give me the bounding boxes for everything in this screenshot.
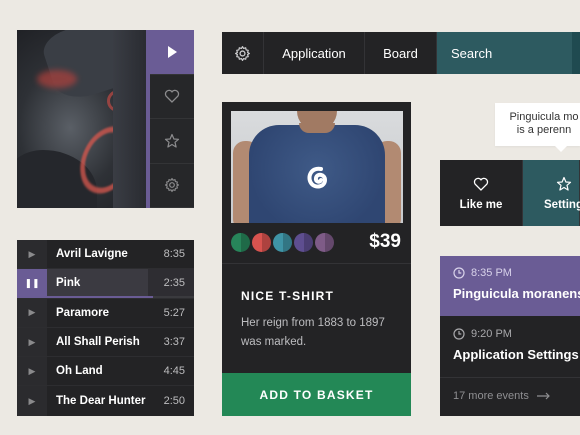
track-name: Paramore: [56, 306, 110, 319]
track-duration: 2:35: [163, 277, 185, 290]
track-name: The Dear Hunter: [56, 395, 146, 408]
favorite-button[interactable]: [150, 119, 194, 164]
track-duration: 2:50: [163, 395, 185, 408]
product-card: $39 NICE T-SHIRT Her reign from 1883 to …: [222, 102, 411, 416]
color-swatch[interactable]: [231, 233, 250, 252]
pause-icon[interactable]: ❚❚: [17, 269, 47, 298]
arrow-right-icon: [536, 392, 550, 400]
add-to-basket-button[interactable]: ADD TO BASKET: [222, 373, 411, 416]
color-swatch[interactable]: [273, 233, 292, 252]
events-panel: 8:35 PM Pinguicula moranens 9:20 PM Appl…: [440, 256, 580, 416]
play-icon[interactable]: ▶: [17, 327, 47, 357]
play-icon[interactable]: ▶: [17, 357, 47, 386]
track-name: Pink: [56, 277, 81, 290]
track-name: Oh Land: [56, 365, 103, 378]
color-swatch[interactable]: [294, 233, 313, 252]
like-me-label: Like me: [459, 198, 503, 211]
nav-item-board[interactable]: Board: [365, 32, 437, 74]
track-duration: 3:37: [163, 336, 185, 349]
gear-icon: [164, 178, 180, 193]
album-artwork: [17, 30, 150, 208]
like-button[interactable]: [150, 75, 194, 119]
product-description: Her reign from 1883 to 1897 was marked.: [241, 317, 385, 348]
settings-label: Setting: [544, 198, 580, 211]
more-events-link[interactable]: 17 more events: [440, 378, 580, 402]
event-title: Application Settings: [453, 347, 579, 362]
color-swatches: [231, 233, 334, 252]
clock-icon: [453, 267, 465, 279]
action-buttons: Like me Setting: [440, 160, 580, 226]
play-icon: [168, 45, 177, 58]
event-time: 9:20 PM: [471, 328, 512, 340]
color-swatch[interactable]: [252, 233, 271, 252]
settings-action-button[interactable]: Setting: [523, 160, 580, 226]
track-progress-bar[interactable]: [47, 295, 194, 298]
playlist-track[interactable]: ▶ Avril Lavigne 8:35: [17, 240, 194, 270]
spiral-logo-icon: [307, 166, 328, 189]
tooltip-line: Pinguicula mo: [509, 111, 579, 123]
track-duration: 5:27: [163, 306, 185, 319]
play-icon[interactable]: ▶: [17, 386, 47, 416]
playlist-track[interactable]: ▶ All Shall Perish 3:37: [17, 327, 194, 358]
color-swatch[interactable]: [315, 233, 334, 252]
product-photo: [231, 111, 403, 223]
star-icon: [164, 133, 180, 148]
star-icon: [556, 176, 572, 191]
more-events-label: 17 more events: [453, 390, 529, 402]
event-title: Pinguicula moranens: [453, 286, 580, 301]
heart-icon: [164, 89, 180, 104]
track-name: Avril Lavigne: [56, 248, 128, 261]
track-duration: 8:35: [163, 248, 185, 261]
play-button[interactable]: [150, 30, 194, 75]
clock-icon: [453, 328, 465, 340]
nav-item-application[interactable]: Application: [264, 32, 365, 74]
playlist-track[interactable]: ▶ Paramore 5:27: [17, 298, 194, 328]
settings-button[interactable]: [150, 164, 194, 208]
tooltip-arrow: [555, 146, 567, 152]
tooltip-line: is a perenn: [516, 124, 572, 136]
playlist-track-playing[interactable]: ❚❚ Pink 2:35: [17, 269, 194, 299]
nav-item-search[interactable]: Search: [437, 32, 580, 74]
track-name: All Shall Perish: [56, 336, 140, 349]
navbar-settings-button[interactable]: [222, 32, 264, 74]
playlist-track[interactable]: ▶ Oh Land 4:45: [17, 357, 194, 387]
playlist-track[interactable]: ▶ The Dear Hunter 2:50: [17, 386, 194, 416]
product-price: $39: [369, 231, 401, 252]
event-item-active[interactable]: 8:35 PM Pinguicula moranens: [440, 256, 580, 316]
play-icon[interactable]: ▶: [17, 298, 47, 327]
gear-icon: [235, 45, 250, 61]
tooltip: Pinguicula mo is a perenn: [495, 103, 580, 146]
product-title: NICE T-SHIRT: [241, 289, 335, 303]
media-sidebar: [146, 30, 194, 208]
event-time: 8:35 PM: [471, 267, 512, 279]
top-navbar: Application Board Search: [222, 32, 580, 74]
like-me-button[interactable]: Like me: [440, 160, 523, 226]
heart-icon: [473, 177, 489, 191]
event-item[interactable]: 9:20 PM Application Settings: [440, 316, 580, 378]
playlist: ▶ Avril Lavigne 8:35 ❚❚ Pink 2:35 ▶ Para…: [17, 240, 194, 416]
track-duration: 4:45: [163, 365, 185, 378]
play-icon[interactable]: ▶: [17, 240, 47, 269]
